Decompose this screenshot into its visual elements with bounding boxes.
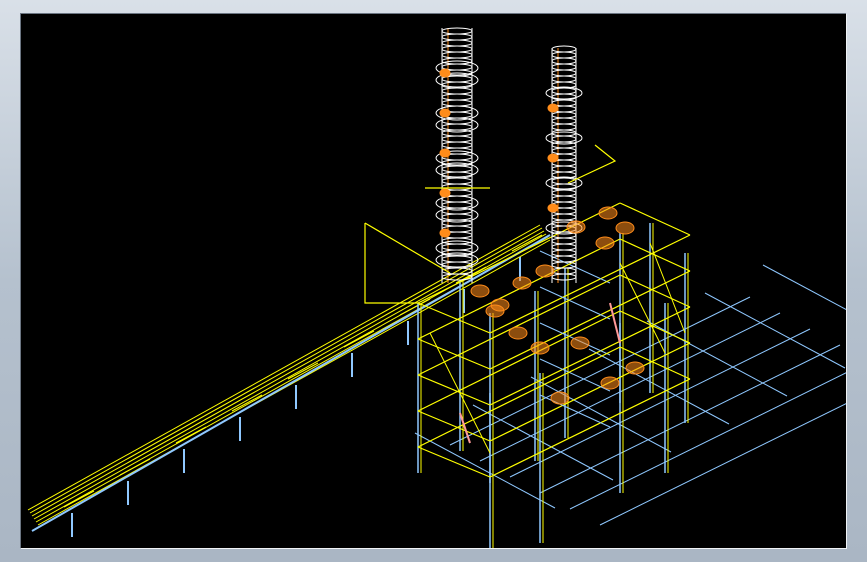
column-ring <box>551 87 577 95</box>
column-ring <box>441 99 473 107</box>
vessel <box>600 376 620 390</box>
grid-line <box>762 264 846 311</box>
frame-beam <box>489 342 691 442</box>
vessel <box>595 236 615 250</box>
column-ring <box>441 177 473 185</box>
nozzle <box>439 188 451 198</box>
column-ring <box>441 27 473 35</box>
column-ring <box>551 165 577 173</box>
column-ring <box>441 51 473 59</box>
pipe <box>459 412 471 444</box>
cad-3d-viewport[interactable] <box>20 13 846 548</box>
nozzle <box>547 103 559 113</box>
column-ring <box>551 255 577 263</box>
column-ring <box>551 273 577 281</box>
grid-line <box>539 344 841 494</box>
vessel <box>598 206 618 220</box>
vessel <box>530 341 550 355</box>
window-frame <box>0 0 867 562</box>
guide-line <box>364 223 418 304</box>
vessel <box>625 361 645 375</box>
column-ring <box>551 189 577 197</box>
column-ring <box>441 141 473 149</box>
rack-rail <box>37 239 551 526</box>
frame-beam <box>417 374 491 406</box>
frame-beam <box>417 310 621 412</box>
pipe <box>609 302 621 344</box>
distillation-column-left[interactable] <box>435 27 479 283</box>
column-ring <box>551 51 577 59</box>
vessel <box>535 264 555 278</box>
nozzle <box>439 68 451 78</box>
guide-line <box>364 222 451 274</box>
nozzle <box>439 228 451 238</box>
frame-beam <box>417 302 491 334</box>
column-ring <box>441 33 473 41</box>
vessel <box>512 276 532 290</box>
column-ring <box>551 63 577 71</box>
column-ring <box>551 123 577 131</box>
grid-line <box>414 432 556 509</box>
nozzle <box>547 153 559 163</box>
frame-beam <box>619 310 691 344</box>
frame-beam <box>417 410 491 442</box>
vessel <box>570 336 590 350</box>
frame-bracing <box>619 262 666 354</box>
column-ring <box>441 255 473 263</box>
vessel <box>615 221 635 235</box>
column-ring <box>551 135 577 143</box>
column-ring <box>551 45 577 53</box>
plant-wireframe-model[interactable] <box>20 13 846 548</box>
grid-line <box>599 403 846 526</box>
frame-beam <box>417 338 491 370</box>
rack-rail <box>29 227 543 514</box>
column-ring <box>551 57 577 65</box>
nozzle <box>439 108 451 118</box>
column-ring <box>441 93 473 101</box>
vessel <box>550 391 570 405</box>
vessel <box>566 220 586 234</box>
vessel <box>470 284 490 298</box>
column-ring <box>441 39 473 47</box>
column-ring <box>441 213 473 221</box>
column-ring <box>441 165 473 173</box>
nozzle <box>439 148 451 158</box>
platform-ring <box>545 86 583 100</box>
frame-beam <box>417 346 621 448</box>
distillation-column-right[interactable] <box>545 45 583 283</box>
column-ring <box>551 69 577 77</box>
frame-beam <box>489 306 691 406</box>
nozzle <box>547 203 559 213</box>
ground-grid-lines <box>414 264 846 526</box>
column-ring <box>441 243 473 251</box>
column-ring <box>551 147 577 155</box>
frame-beam <box>489 378 691 478</box>
frame-beam <box>619 274 691 308</box>
column-ring <box>551 195 577 203</box>
column-ring <box>441 87 473 95</box>
column-ring <box>551 243 577 251</box>
grid-line <box>704 292 846 369</box>
column-ring <box>551 117 577 125</box>
column-ring <box>441 201 473 209</box>
column-ring <box>551 111 577 119</box>
column-ring <box>441 123 473 131</box>
column-ring <box>441 45 473 53</box>
vessel <box>485 304 505 318</box>
vessel <box>508 326 528 340</box>
column-ring <box>551 213 577 221</box>
column-ring <box>551 249 577 257</box>
frame-beam <box>417 274 621 376</box>
rack-rail <box>33 233 547 520</box>
column-ring <box>441 135 473 143</box>
column-ring <box>551 75 577 83</box>
column-ring <box>551 237 577 245</box>
frame-beam <box>417 446 491 478</box>
